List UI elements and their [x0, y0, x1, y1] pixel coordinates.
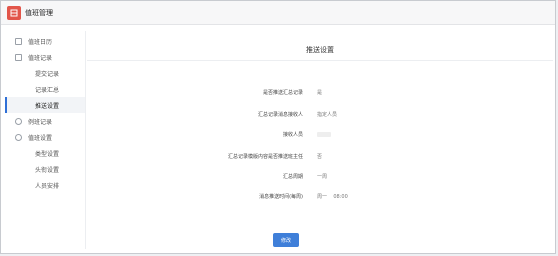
app-window: 值班管理 值班日历 值班记录 提交记录 记录汇总 推送设置 例班记录 值班设置 … — [0, 0, 556, 254]
setting-label: 接收人员 — [282, 132, 303, 138]
sidebar-item-title-settings[interactable]: 头衔设置 — [5, 161, 85, 177]
setting-value: 是 — [317, 90, 323, 96]
sidebar-item-duty-settings[interactable]: 值班设置 — [5, 129, 85, 145]
main-content: 推送设置 是否推送汇总记录 是 汇总记录消息接收人 指定人员 接收人员 汇总记录… — [87, 31, 553, 249]
sidebar-item-label: 记录汇总 — [35, 86, 60, 94]
record-icon — [15, 53, 22, 61]
settings-icon — [15, 133, 22, 141]
sidebar-item-push-settings[interactable]: 推送设置 — [5, 97, 85, 113]
setting-value: 否 — [317, 154, 323, 160]
app-title: 值班管理 — [25, 8, 53, 17]
divider — [87, 60, 553, 61]
sidebar-item-records[interactable]: 值班记录 — [5, 49, 85, 65]
sidebar-item-label: 推送设置 — [35, 102, 60, 110]
setting-value: 指定人员 — [317, 112, 338, 118]
sidebar-item-staff-arrangement[interactable]: 人员安排 — [5, 177, 85, 193]
app-header: 值班管理 — [1, 1, 555, 25]
setting-value: 一周 — [317, 174, 328, 180]
app-logo-icon — [7, 5, 21, 20]
sidebar-item-label: 提交记录 — [35, 70, 60, 78]
sidebar-item-label: 头衔设置 — [35, 166, 60, 174]
sidebar-item-calendar[interactable]: 值班日历 — [5, 33, 85, 49]
sidebar-item-record-summary[interactable]: 记录汇总 — [5, 81, 85, 97]
sidebar-item-label: 值班日历 — [28, 38, 53, 46]
check-circle-icon — [15, 117, 22, 125]
sidebar-item-routine-records[interactable]: 例班记录 — [5, 113, 85, 129]
setting-row-push-summary: 是否推送汇总记录 是 — [87, 89, 553, 99]
page-title: 推送设置 — [306, 46, 334, 54]
setting-label: 消息推送时间(每周) — [259, 194, 303, 200]
setting-value — [317, 132, 331, 137]
sidebar-item-label: 类型设置 — [35, 150, 60, 158]
sidebar-item-label: 例班记录 — [28, 118, 53, 126]
setting-label: 是否推送汇总记录 — [262, 90, 303, 96]
setting-label: 汇总记录模版内容是否推送班主任 — [227, 154, 303, 160]
setting-row-push-head-teacher: 汇总记录模版内容是否推送班主任 否 — [87, 153, 553, 163]
setting-label: 汇总周期 — [282, 174, 303, 180]
setting-row-recipients: 接收人员 — [87, 131, 553, 141]
sidebar-item-label: 值班设置 — [28, 134, 53, 142]
sidebar-item-label: 人员安排 — [35, 182, 60, 190]
setting-value: 周一 08:00 — [317, 194, 348, 200]
sidebar: 值班日历 值班记录 提交记录 记录汇总 推送设置 例班记录 值班设置 类型设置 … — [5, 31, 86, 249]
modify-button[interactable]: 修改 — [273, 233, 299, 247]
sidebar-item-type-settings[interactable]: 类型设置 — [5, 145, 85, 161]
setting-label: 汇总记录消息接收人 — [257, 112, 303, 118]
sidebar-item-label: 值班记录 — [28, 54, 53, 62]
setting-row-push-time: 消息推送时间(每周) 周一 08:00 — [87, 193, 553, 203]
setting-row-summary-recipient: 汇总记录消息接收人 指定人员 — [87, 111, 553, 121]
sidebar-item-submit-record[interactable]: 提交记录 — [5, 65, 85, 81]
setting-row-summary-period: 汇总周期 一周 — [87, 173, 553, 183]
calendar-icon — [15, 37, 22, 45]
